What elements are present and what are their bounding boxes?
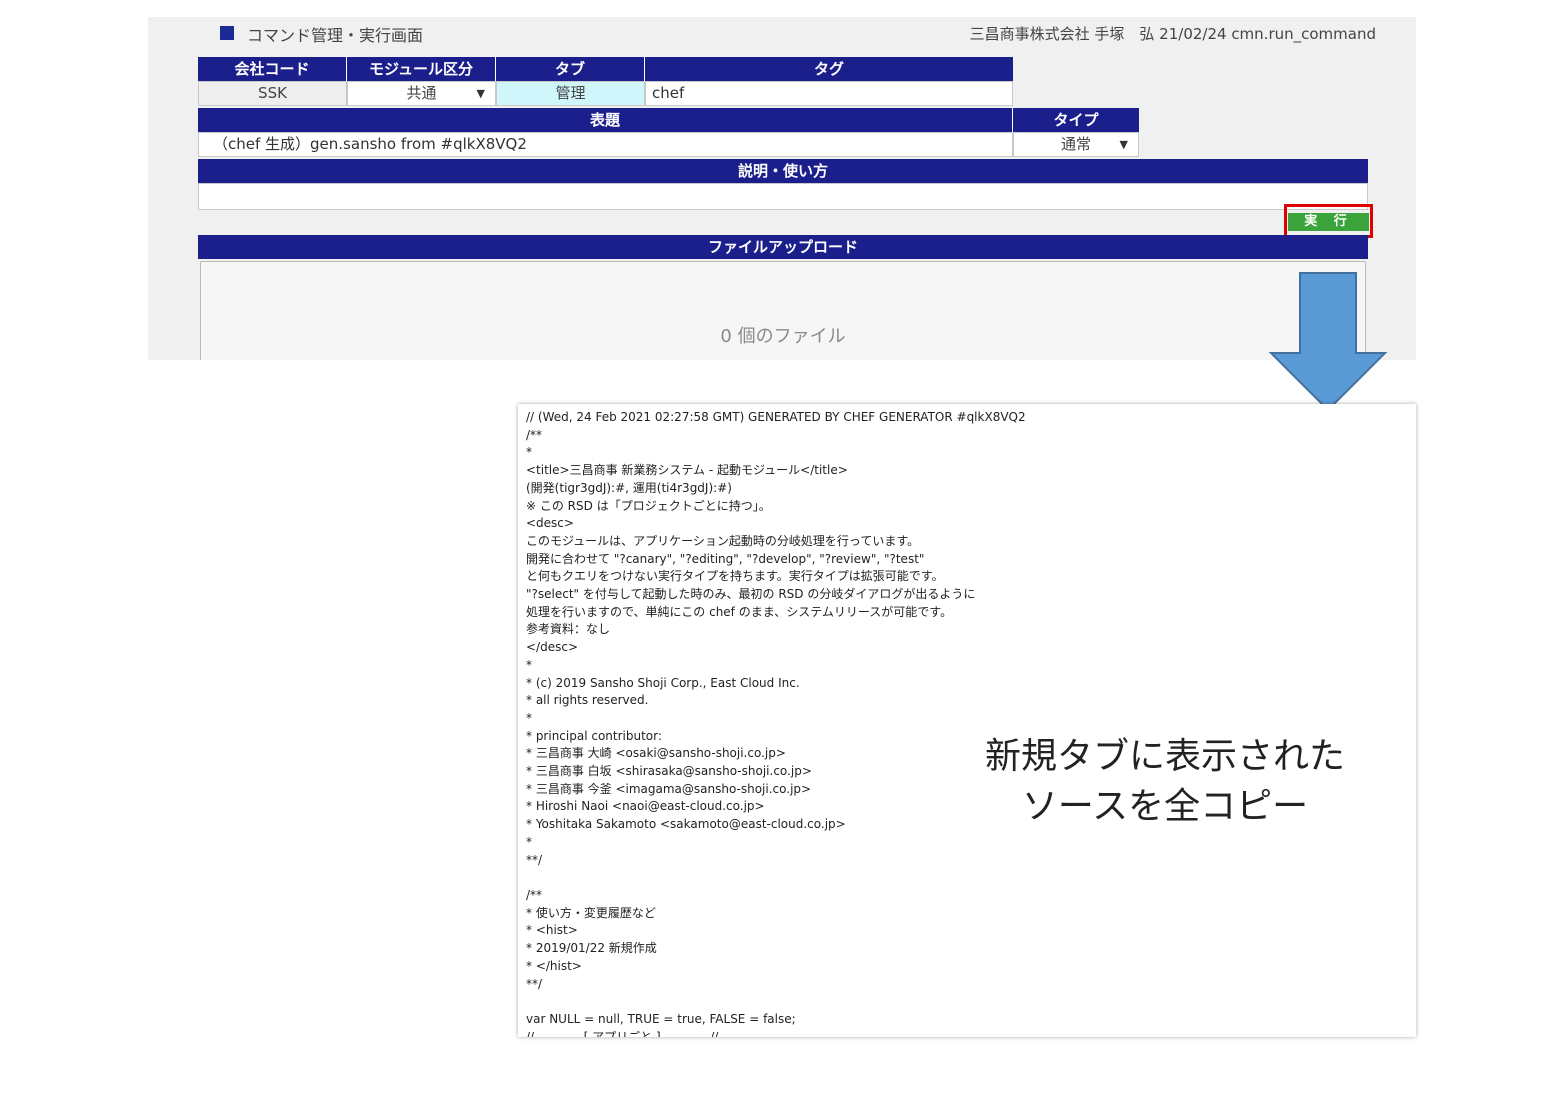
type-value: 通常 (1060, 135, 1091, 153)
dropdown-arrow-icon: ▼ (1119, 138, 1128, 151)
file-upload-dropzone[interactable]: 0 個のファイル (200, 261, 1366, 360)
page-title: コマンド管理・実行画面 (247, 26, 424, 45)
company-code-header: 会社コード (198, 57, 347, 81)
source-code-text[interactable]: // (Wed, 24 Feb 2021 02:27:58 GMT) GENER… (518, 404, 1416, 1037)
file-count: 0 個のファイル (720, 326, 846, 347)
down-arrow-icon (1268, 272, 1388, 412)
module-type-header: モジュール区分 (347, 57, 496, 81)
title-square-icon (220, 26, 234, 40)
type-select[interactable]: 通常 ▼ (1013, 132, 1139, 157)
tab-field[interactable]: 管理 (496, 81, 645, 106)
module-type-value: 共通 (406, 84, 437, 102)
type-header: タイプ (1013, 108, 1139, 132)
run-button[interactable]: 実 行 (1288, 213, 1369, 231)
annotation-line-1: 新規タブに表示された (984, 736, 1345, 777)
module-type-select[interactable]: 共通 ▼ (347, 81, 496, 106)
command-management-window: コマンド管理・実行画面 三昌商事株式会社 手塚 弘 21/02/24 cmn.r… (148, 17, 1416, 360)
source-code-tab: // (Wed, 24 Feb 2021 02:27:58 GMT) GENER… (518, 404, 1416, 1037)
tag-header: タグ (645, 57, 1013, 81)
subject-header: 表題 (198, 108, 1013, 132)
file-upload-header: ファイルアップロード (198, 235, 1368, 259)
company-code-field: SSK (198, 81, 347, 106)
annotation-line-2: ソースを全コピー (1021, 786, 1309, 827)
user-info: 三昌商事株式会社 手塚 弘 21/02/24 cmn.run_command (969, 25, 1376, 43)
tag-input[interactable]: chef (645, 81, 1013, 106)
description-header: 説明・使い方 (198, 159, 1368, 183)
dropdown-arrow-icon: ▼ (476, 87, 485, 100)
annotation-text: 新規タブに表示された ソースを全コピー (955, 732, 1375, 832)
description-input[interactable] (198, 183, 1368, 210)
tab-header: タブ (496, 57, 645, 81)
subject-input[interactable]: （chef 生成）gen.sansho from #qlkX8VQ2 (198, 132, 1013, 157)
